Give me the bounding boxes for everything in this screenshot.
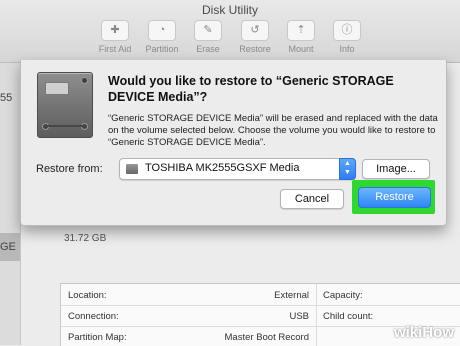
mount-label: Mount: [288, 44, 314, 54]
restore-button[interactable]: Restore: [358, 187, 431, 208]
window-toolbar: Disk Utility ✚ First Aid ◔ Partition ✎ E…: [0, 0, 460, 63]
stethoscope-icon: ✚: [101, 20, 129, 41]
dialog-heading: Would you like to restore to “Generic ST…: [108, 74, 394, 104]
restore-from-value: TOSHIBA MK2555GSXF Media: [145, 162, 300, 174]
first-aid-button[interactable]: ✚ First Aid: [90, 20, 140, 54]
partition-label: Partition: [145, 44, 179, 54]
capacity-label: Capacity:: [323, 290, 363, 301]
erase-label: Erase: [196, 44, 220, 54]
watermark-prefix: wiki: [393, 324, 423, 341]
watermark-suffix: How: [422, 324, 454, 341]
info-label: Info: [339, 44, 355, 54]
window-title: Disk Utility: [202, 3, 258, 17]
restore-toolbar-label: Restore: [239, 44, 271, 54]
image-button[interactable]: Image...: [362, 159, 430, 179]
drive-stripe: [44, 125, 86, 127]
sidebar-partial-text: 55: [0, 92, 13, 104]
chevron-updown-icon[interactable]: ▲ ▼: [339, 158, 356, 180]
partition-button[interactable]: ◔ Partition: [137, 20, 187, 54]
sidebar-selected-label: GE: [0, 241, 16, 253]
info-table-divider: [316, 284, 317, 346]
restore-dialog: Would you like to restore to “Generic ST…: [20, 60, 447, 226]
connection-value: USB: [289, 311, 309, 322]
drive-screw: [81, 77, 88, 84]
info-button[interactable]: ⓘ Info: [322, 20, 372, 54]
restore-from-popup[interactable]: TOSHIBA MK2555GSXF Media ▲ ▼: [119, 158, 356, 180]
connection-label: Connection:: [68, 311, 119, 322]
erase-icon: ✎: [194, 20, 222, 41]
partition-map-value: Master Boot Record: [224, 332, 309, 343]
partition-map-label: Partition Map:: [68, 332, 127, 343]
drive-label-plate: [45, 82, 69, 95]
sidebar-selected-item[interactable]: GE: [0, 233, 20, 261]
mount-button[interactable]: ⇡ Mount: [276, 20, 326, 54]
partition-icon: ◔: [148, 20, 176, 41]
hard-drive-icon: [37, 72, 93, 138]
cancel-button[interactable]: Cancel: [280, 189, 344, 209]
info-row-separator: [61, 305, 460, 306]
location-label: Location:: [68, 290, 107, 301]
wikihow-watermark: wikiHow: [394, 324, 454, 341]
location-value: External: [274, 290, 309, 301]
first-aid-label: First Aid: [98, 44, 132, 54]
restore-from-label: Restore from:: [36, 163, 103, 175]
child-count-label: Child count:: [323, 311, 374, 322]
info-icon: ⓘ: [333, 20, 361, 41]
restore-icon: ↺: [241, 20, 269, 41]
sidebar: 55 GE: [0, 63, 21, 345]
restore-toolbar-button[interactable]: ↺ Restore: [230, 20, 280, 54]
dialog-message: “Generic STORAGE DEVICE Media” will be e…: [108, 113, 438, 148]
mount-icon: ⇡: [287, 20, 315, 41]
drive-icon: [126, 164, 138, 174]
erase-button[interactable]: ✎ Erase: [183, 20, 233, 54]
volume-size: 31.72 GB: [64, 233, 107, 244]
